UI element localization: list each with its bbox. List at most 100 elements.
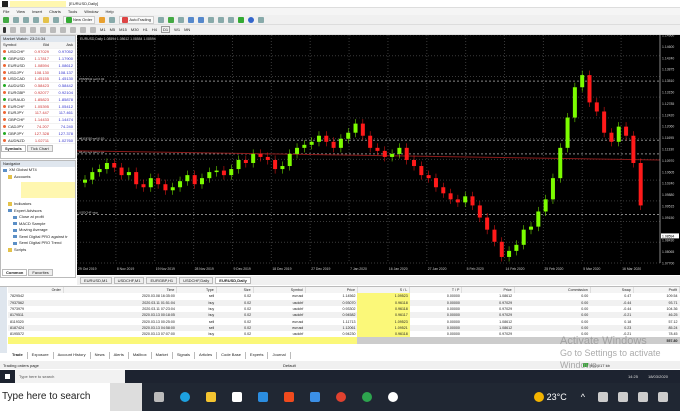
taskbar-search-box[interactable]: Type here to search — [0, 383, 110, 411]
menu-file[interactable]: File — [3, 9, 9, 14]
network-icon[interactable] — [598, 392, 608, 402]
col-ask[interactable]: Ask — [51, 42, 75, 47]
tray-chevron-icon[interactable]: ^ — [581, 392, 585, 402]
mail-icon[interactable] — [258, 392, 268, 402]
menu-window[interactable]: Window — [84, 9, 98, 14]
tab-tick-chart[interactable]: Tick Chart — [26, 144, 53, 152]
weather-icon[interactable] — [533, 392, 544, 402]
terminal-tab[interactable]: Signals — [172, 352, 195, 359]
indicators-icon[interactable] — [238, 16, 244, 23]
menu-view[interactable]: View — [16, 9, 25, 14]
metaeditor-icon[interactable] — [99, 16, 106, 23]
terminal-tab[interactable]: Alerts — [109, 352, 129, 359]
chrome-profile-h-icon[interactable] — [362, 392, 372, 402]
task-view-icon[interactable] — [154, 392, 164, 402]
fibonacci-icon[interactable] — [60, 26, 66, 33]
market-watch-row[interactable]: EURUSD 1.08594 1.08612 — [1, 62, 75, 70]
terminal-tab[interactable]: Articles — [195, 352, 218, 359]
market-watch-row[interactable]: USDCHF 0.97029 0.97052 — [1, 49, 75, 56]
cursor-icon[interactable] — [3, 26, 6, 33]
settings-icon[interactable] — [388, 392, 398, 402]
terminal-tab[interactable]: Experts — [245, 352, 269, 359]
col-bid[interactable]: Bid — [27, 42, 51, 47]
zoom-in-icon[interactable] — [188, 16, 194, 23]
menu-insert[interactable]: Insert — [32, 9, 42, 14]
line-chart-icon[interactable] — [178, 16, 184, 23]
market-watch-row[interactable]: USDJPY 108.130 108.137 — [1, 69, 75, 76]
chrome-profile-v-icon[interactable] — [336, 392, 346, 402]
chart-tab[interactable]: USDCHF,Daily — [179, 277, 214, 284]
market-watch-row[interactable]: CADJPY 74.207 74.240 — [1, 124, 75, 131]
market-watch-row[interactable]: GBPUSD 1.17817 1.17900 — [1, 56, 75, 63]
inner-start-icon[interactable] — [5, 374, 10, 379]
chart-tab[interactable]: EURUSD,M1 — [80, 277, 112, 284]
folder-icon[interactable] — [43, 16, 49, 23]
period-h4[interactable]: H4 — [152, 27, 157, 32]
price-chart[interactable]: #7829542 sell 0.02 #8119320 sell 0.02 #818… — [76, 34, 680, 275]
bar-chart-icon[interactable] — [158, 16, 164, 23]
store-icon[interactable] — [232, 392, 242, 402]
tab-common[interactable]: Common — [2, 269, 28, 276]
period-m15[interactable]: M15 — [119, 27, 127, 32]
periods-icon[interactable] — [248, 16, 254, 23]
period-mn[interactable]: MN — [184, 27, 190, 32]
terminal-tab[interactable]: Journal — [268, 352, 291, 359]
text-icon[interactable] — [70, 26, 76, 33]
auto-trading-button[interactable]: AutoTrading — [119, 15, 154, 24]
horizontal-line-icon[interactable] — [30, 26, 36, 33]
strategy-tester-icon[interactable] — [109, 16, 116, 23]
market-watch-row[interactable]: GBPJPY 127.328 127.378 — [1, 130, 75, 138]
terminal-icon[interactable] — [53, 16, 59, 23]
terminal-tab[interactable]: Mailbox — [128, 352, 152, 359]
menu-tools[interactable]: Tools — [68, 9, 77, 14]
market-watch-row[interactable]: USDCAD 1.45155 1.45130 — [1, 76, 75, 83]
chart-tab[interactable]: EURGBP,H1 — [146, 277, 178, 284]
file-explorer-icon[interactable] — [206, 392, 216, 402]
period-h1[interactable]: H1 — [143, 27, 148, 32]
market-watch-row[interactable]: EURJPY 117.447 117.461 — [1, 110, 75, 117]
period-m30[interactable]: M30 — [131, 27, 139, 32]
label-icon[interactable] — [80, 26, 86, 33]
tab-favorites[interactable]: Favorites — [28, 269, 53, 276]
trendline-icon[interactable] — [40, 26, 46, 33]
volume-icon[interactable] — [658, 392, 668, 402]
vertical-line-icon[interactable] — [20, 26, 26, 33]
terminal-tab[interactable]: News — [90, 352, 110, 359]
terminal-tab[interactable]: Trade — [8, 352, 28, 359]
device-icon[interactable] — [618, 392, 628, 402]
navigator-item[interactable]: Scripts — [1, 247, 75, 254]
arrows-icon[interactable] — [90, 26, 96, 33]
col-symbol[interactable]: Symbol — [1, 42, 27, 47]
period-d1[interactable]: D1 — [160, 26, 171, 33]
terminal-tab[interactable]: Account History — [53, 352, 91, 359]
edge-icon[interactable] — [180, 392, 190, 402]
market-watch-row[interactable]: EURGBP 0.92077 0.92104 — [1, 90, 75, 97]
vpn-icon[interactable] — [310, 392, 320, 402]
tab-symbols[interactable]: Symbols — [1, 144, 26, 152]
profiles-icon[interactable] — [13, 16, 19, 23]
shift-icon[interactable] — [228, 16, 234, 23]
menu-charts[interactable]: Charts — [49, 9, 61, 14]
weather-temp[interactable]: 23°C — [547, 392, 567, 402]
inner-search-box[interactable]: Type here to search — [15, 370, 125, 383]
market-watch-row[interactable]: AUDUSD 0.58423 0.58442 — [1, 83, 75, 90]
battery-icon[interactable] — [638, 392, 648, 402]
terminal-tab[interactable]: Market — [151, 352, 173, 359]
brave-icon[interactable] — [284, 392, 294, 402]
market-watch-icon[interactable] — [23, 16, 29, 23]
chart-tab[interactable]: USDCHF,M1 — [113, 277, 145, 284]
chart-tab[interactable]: EURUSD,Daily — [215, 277, 251, 284]
market-watch-row[interactable]: EURCHF 1.05395 1.05412 — [1, 103, 75, 110]
scroll-icon[interactable] — [218, 16, 224, 23]
tile-icon[interactable] — [208, 16, 214, 23]
market-watch-row[interactable]: GBPCHF 1.14433 1.14474 — [1, 117, 75, 124]
menu-help[interactable]: Help — [105, 9, 113, 14]
templates-icon[interactable] — [258, 16, 264, 23]
period-w1[interactable]: W1 — [174, 27, 180, 32]
candlestick-icon[interactable] — [168, 16, 174, 23]
crosshair-icon[interactable] — [10, 26, 16, 33]
terminal-tab[interactable]: Exposure — [27, 352, 54, 359]
period-m1[interactable]: M1 — [100, 27, 106, 32]
terminal-tab[interactable]: Code Base — [217, 352, 246, 359]
new-chart-icon[interactable] — [3, 16, 9, 23]
